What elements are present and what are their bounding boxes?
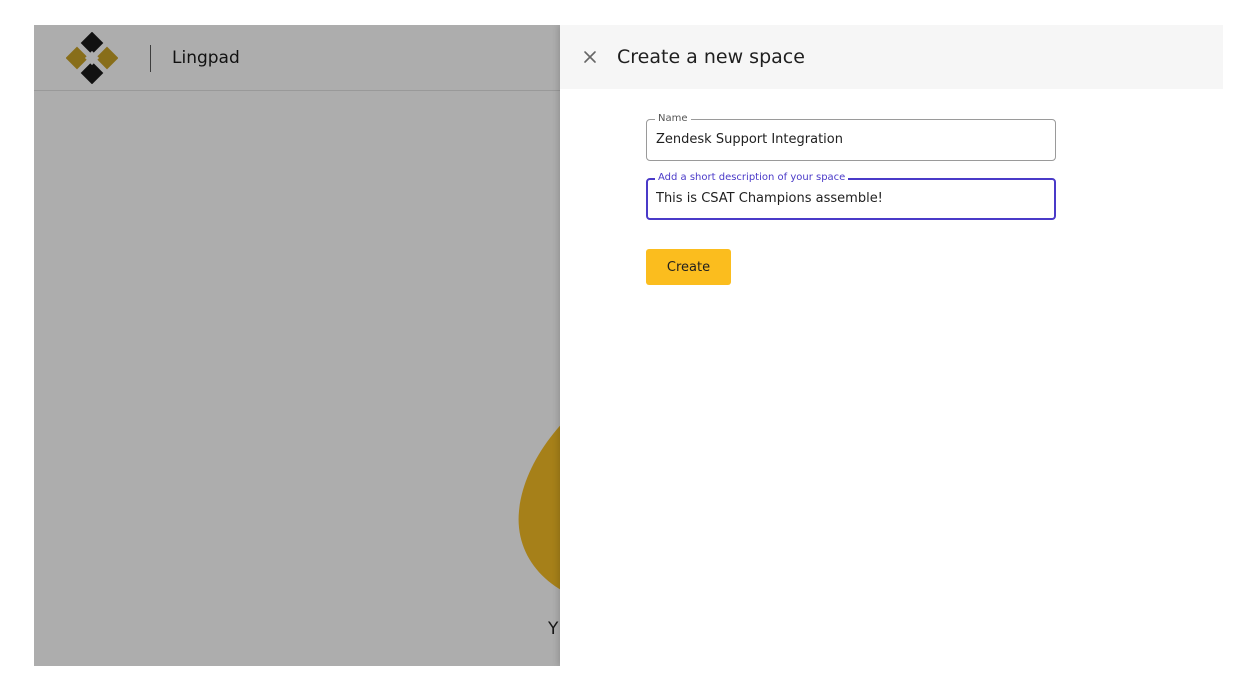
- close-icon[interactable]: [580, 47, 600, 67]
- create-button[interactable]: Create: [646, 249, 731, 285]
- name-field[interactable]: Name: [646, 112, 1056, 161]
- create-space-drawer: Create a new space Name Add a short desc…: [560, 25, 1223, 666]
- description-input[interactable]: [656, 190, 1046, 208]
- drawer-header: Create a new space: [560, 25, 1223, 89]
- description-field[interactable]: Add a short description of your space: [646, 171, 1056, 220]
- description-field-label: Add a short description of your space: [655, 171, 849, 184]
- name-field-label: Name: [655, 112, 691, 125]
- drawer-title: Create a new space: [617, 46, 805, 68]
- name-input[interactable]: [656, 131, 1046, 149]
- app-window: Lingpad Y Create a new space Name Add a …: [34, 25, 1223, 666]
